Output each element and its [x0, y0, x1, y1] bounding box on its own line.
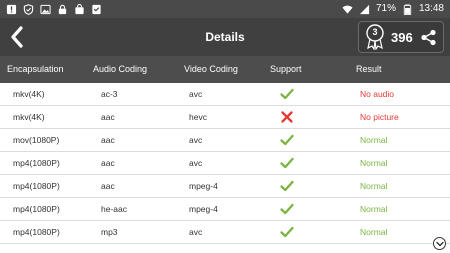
- battery-percent: 71%: [375, 3, 396, 14]
- checklist-icon: [91, 4, 102, 15]
- cell-result: Normal: [360, 227, 388, 237]
- status-bar: 71% 13:48: [0, 0, 450, 18]
- header-audio-coding: Audio Coding: [93, 64, 148, 74]
- cell-result: No audio: [360, 89, 395, 99]
- cell-encapsulation: mkv(4K): [13, 112, 45, 122]
- table-row[interactable]: mkv(4K) aac hevc No picture: [0, 106, 450, 129]
- cell-result: No picture: [360, 112, 399, 122]
- notification-icons: [6, 3, 102, 15]
- header-video-coding: Video Coding: [184, 64, 238, 74]
- check-icon: [280, 133, 294, 147]
- check-icon: [280, 87, 294, 101]
- alert-icon: [6, 4, 17, 15]
- table-row[interactable]: mp4(1080P) aac mpeg-4 Normal: [0, 175, 450, 198]
- cell-audio: aac: [101, 158, 115, 168]
- cross-icon: [280, 110, 294, 124]
- check-icon: [280, 225, 294, 239]
- cell-audio: aac: [101, 112, 115, 122]
- cell-audio: ac-3: [101, 89, 118, 99]
- lock-icon: [57, 4, 68, 15]
- share-icon: [421, 29, 436, 45]
- cell-video: mpeg-4: [189, 181, 218, 191]
- cell-result: Normal: [360, 181, 388, 191]
- medal-icon: 3: [364, 24, 386, 51]
- chevron-left-icon: [11, 26, 23, 48]
- back-button[interactable]: [6, 22, 28, 52]
- shield-check-icon: [23, 3, 34, 15]
- cell-audio: aac: [101, 181, 115, 191]
- bag-icon: [74, 3, 85, 15]
- cell-encapsulation: mkv(4K): [13, 89, 45, 99]
- table-row[interactable]: mp4(1080P) he-aac mpeg-4 Normal: [0, 198, 450, 221]
- score-value: 396: [391, 29, 413, 45]
- check-icon: [280, 179, 294, 193]
- cell-video: avc: [189, 135, 203, 145]
- scroll-down-button[interactable]: [433, 237, 446, 250]
- battery-icon: [402, 3, 413, 15]
- cell-result: Normal: [360, 158, 388, 168]
- check-icon: [280, 202, 294, 216]
- cell-audio: he-aac: [101, 204, 127, 214]
- clock: 13:48: [418, 3, 444, 14]
- table-row[interactable]: mov(1080P) aac avc Normal: [0, 129, 450, 152]
- signal-icon: [359, 4, 370, 15]
- system-status: 71% 13:48: [342, 0, 444, 18]
- cell-video: mpeg-4: [189, 204, 218, 214]
- chevron-down-icon: [435, 241, 444, 246]
- table-row[interactable]: mp4(1080P) aac avc Normal: [0, 152, 450, 175]
- cell-audio: aac: [101, 135, 115, 145]
- cell-encapsulation: mp4(1080P): [13, 158, 60, 168]
- wifi-icon: [342, 4, 353, 15]
- cell-encapsulation: mov(1080P): [13, 135, 60, 145]
- header-encapsulation: Encapsulation: [7, 64, 64, 74]
- cell-video: avc: [189, 89, 203, 99]
- cell-audio: mp3: [101, 227, 118, 237]
- cell-encapsulation: mp4(1080P): [13, 181, 60, 191]
- rank-number: 3: [372, 27, 378, 37]
- table-row[interactable]: mp4(1080P) mp3 avc Normal: [0, 221, 450, 244]
- cell-result: Normal: [360, 135, 388, 145]
- image-icon: [40, 4, 51, 15]
- app-bar: Details 3 396: [0, 18, 450, 56]
- table-header: Encapsulation Audio Coding Video Coding …: [0, 56, 450, 83]
- header-support: Support: [270, 64, 302, 74]
- table-row[interactable]: mkv(4K) ac-3 avc No audio: [0, 83, 450, 106]
- score-box: 3 396: [358, 21, 444, 53]
- cell-video: hevc: [189, 112, 207, 122]
- header-result: Result: [356, 64, 382, 74]
- share-button[interactable]: [420, 28, 438, 46]
- cell-encapsulation: mp4(1080P): [13, 227, 60, 237]
- cell-video: avc: [189, 227, 203, 237]
- cell-encapsulation: mp4(1080P): [13, 204, 60, 214]
- cell-video: avc: [189, 158, 203, 168]
- check-icon: [280, 156, 294, 170]
- cell-result: Normal: [360, 204, 388, 214]
- results-table: mkv(4K) ac-3 avc No audio mkv(4K) aac he…: [0, 83, 450, 253]
